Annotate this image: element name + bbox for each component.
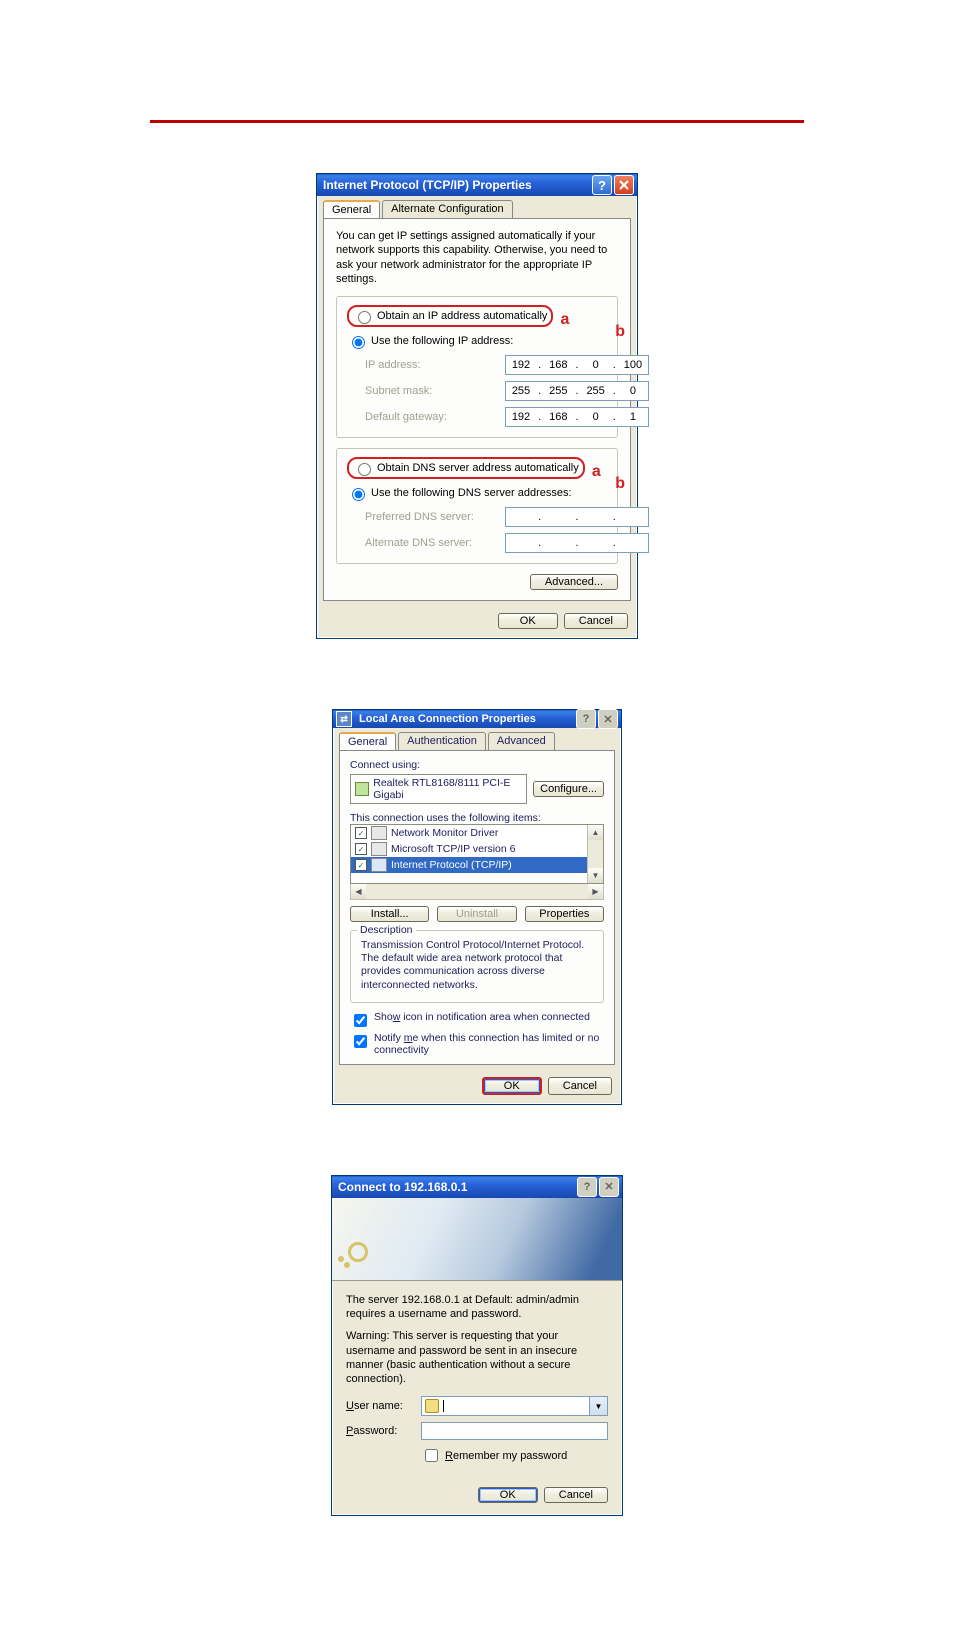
auth-line2: Warning: This server is requesting that … (346, 1329, 608, 1386)
radio-use-ip[interactable] (352, 336, 365, 349)
radio-obtain-dns[interactable] (358, 463, 371, 476)
tab-advanced[interactable]: Advanced (488, 732, 555, 750)
list-item-selected: ✓Internet Protocol (TCP/IP) (351, 857, 603, 873)
lan-titlebar: ⇄ Local Area Connection Properties ? ✕ (333, 710, 621, 728)
input-preferred-dns[interactable]: ... (505, 507, 649, 527)
scroll-right-icon[interactable]: ▶ (588, 884, 603, 899)
tab-general[interactable]: General (339, 732, 396, 750)
auth-line1: The server 192.168.0.1 at Default: admin… (346, 1293, 608, 1322)
description-heading: Description (357, 924, 416, 936)
password-input[interactable] (421, 1422, 608, 1440)
auth-cancel-button[interactable]: Cancel (544, 1487, 608, 1503)
radio-obtain-dns-label: Obtain DNS server address automatically (377, 462, 579, 474)
username-input[interactable] (421, 1396, 590, 1416)
uninstall-button[interactable]: Uninstall (437, 906, 516, 922)
tcpip-ok-button[interactable]: OK (498, 613, 558, 629)
lan-cancel-button[interactable]: Cancel (548, 1077, 612, 1095)
close-icon[interactable]: ✕ (598, 709, 618, 729)
list-item: ✓Microsoft TCP/IP version 6 (351, 841, 603, 857)
advanced-button[interactable]: Advanced... (530, 574, 618, 590)
label-default-gateway: Default gateway: (365, 411, 505, 423)
lan-ok-button[interactable]: OK (482, 1077, 542, 1095)
chevron-down-icon[interactable]: ▼ (590, 1396, 608, 1416)
scroll-up-icon[interactable]: ▲ (588, 825, 603, 840)
annotation-b-ip: b (615, 323, 625, 341)
label-subnet-mask: Subnet mask: (365, 385, 505, 397)
show-icon-label: Show icon in notification area when conn… (374, 1011, 590, 1023)
tcpip-properties-dialog: Internet Protocol (TCP/IP) Properties ? … (316, 173, 638, 639)
tcpip-titlebar: Internet Protocol (TCP/IP) Properties ? (317, 174, 637, 196)
adapter-name: Realtek RTL8168/8111 PCI-E Gigabi (373, 777, 522, 801)
tab-alternate[interactable]: Alternate Configuration (382, 200, 513, 218)
lan-properties-dialog: ⇄ Local Area Connection Properties ? ✕ G… (332, 709, 622, 1105)
username-combo[interactable]: ▼ (421, 1396, 608, 1416)
label-alternate-dns: Alternate DNS server: (365, 537, 505, 549)
help-icon[interactable]: ? (592, 175, 612, 195)
document-accent-line (150, 120, 804, 123)
radio-use-dns-label: Use the following DNS server addresses: (371, 487, 572, 499)
uses-items-label: This connection uses the following items… (350, 812, 604, 824)
tab-general[interactable]: General (323, 200, 380, 218)
connect-using-label: Connect using: (350, 759, 604, 771)
auth-dialog: Connect to 192.168.0.1 ? ✕ The server 19… (331, 1175, 623, 1517)
label-preferred-dns: Preferred DNS server: (365, 511, 505, 523)
username-label: User name: (346, 1400, 421, 1412)
auth-titlebar: Connect to 192.168.0.1 ? ✕ (332, 1176, 622, 1198)
items-listbox[interactable]: ✓Network Monitor Driver ✓Microsoft TCP/I… (350, 824, 604, 884)
install-button[interactable]: Install... (350, 906, 429, 922)
notify-checkbox[interactable] (354, 1035, 367, 1048)
input-alternate-dns[interactable]: ... (505, 533, 649, 553)
scroll-left-icon[interactable]: ◀ (351, 884, 366, 899)
configure-button[interactable]: Configure... (533, 781, 604, 797)
network-icon: ⇄ (336, 711, 352, 727)
input-subnet-mask[interactable]: 255. 255. 255. 0 (505, 381, 649, 401)
adapter-icon (355, 782, 369, 796)
radio-use-ip-label: Use the following IP address: (371, 335, 513, 347)
tcpip-title: Internet Protocol (TCP/IP) Properties (320, 178, 590, 192)
close-icon[interactable] (614, 175, 634, 195)
auth-title: Connect to 192.168.0.1 (335, 1180, 575, 1194)
help-icon[interactable]: ? (577, 1177, 597, 1197)
password-label: Password: (346, 1425, 421, 1437)
tcpip-intro-text: You can get IP settings assigned automat… (336, 229, 618, 286)
lan-title: Local Area Connection Properties (356, 713, 574, 725)
scroll-down-icon[interactable]: ▼ (588, 868, 603, 883)
tcpip-cancel-button[interactable]: Cancel (564, 613, 628, 629)
input-default-gateway[interactable]: 192. 168. 0. 1 (505, 407, 649, 427)
auth-ok-button[interactable]: OK (478, 1487, 538, 1503)
auth-banner (332, 1198, 622, 1281)
tab-authentication[interactable]: Authentication (398, 732, 486, 750)
scrollbar-vertical[interactable]: ▲ ▼ (587, 825, 603, 883)
annotation-a-dns: a (592, 463, 601, 480)
close-icon[interactable]: ✕ (599, 1177, 619, 1197)
remember-label: Remember my password (445, 1450, 567, 1462)
keys-icon (338, 1240, 372, 1274)
input-ip-address[interactable]: 192. 168. 0. 100 (505, 355, 649, 375)
radio-obtain-ip[interactable] (358, 311, 371, 324)
annotation-a-ip: a (560, 311, 569, 328)
scrollbar-horizontal[interactable]: ◀ ▶ (350, 883, 604, 900)
description-text: Transmission Control Protocol/Internet P… (361, 939, 593, 992)
adapter-box: Realtek RTL8168/8111 PCI-E Gigabi (350, 774, 527, 804)
user-key-icon (425, 1399, 439, 1413)
radio-obtain-ip-label: Obtain an IP address automatically (377, 310, 547, 322)
show-icon-checkbox[interactable] (354, 1014, 367, 1027)
notify-label: Notify me when this connection has limit… (374, 1032, 604, 1056)
label-ip-address: IP address: (365, 359, 505, 371)
annotation-b-dns: b (615, 475, 625, 493)
help-icon[interactable]: ? (576, 709, 596, 729)
properties-button[interactable]: Properties (525, 906, 604, 922)
radio-use-dns[interactable] (352, 488, 365, 501)
list-item: ✓Network Monitor Driver (351, 825, 603, 841)
remember-checkbox[interactable] (425, 1449, 438, 1462)
